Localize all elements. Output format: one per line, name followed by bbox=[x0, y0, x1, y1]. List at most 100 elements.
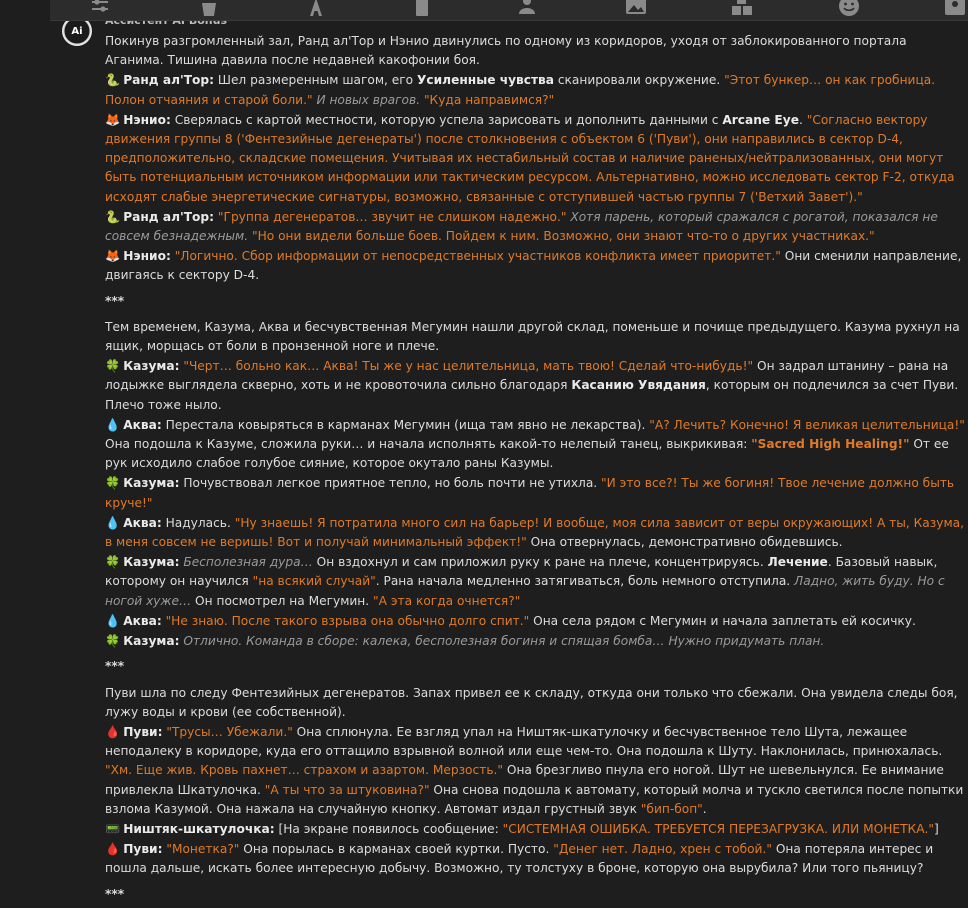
inner-thought: Отлично. Команда в сборе: калека, беспол… bbox=[179, 634, 825, 649]
narration-text: . Рана начала медленно затягиваться, бол… bbox=[375, 574, 795, 589]
quoted-speech: "Монетка?" bbox=[162, 842, 240, 857]
quoted-speech: "бип-боп" bbox=[640, 801, 703, 816]
dialogue-line: 🩸 Пуви: "Трусы… Убежали." Она сплюнула. Е… bbox=[105, 723, 967, 819]
quoted-speech-bold: "Sacred High Healing!" bbox=[751, 437, 910, 452]
dialogue-line: 🍀 Казума: "Черт… больно как… Аква! Ты же … bbox=[105, 357, 967, 415]
bucket-icon[interactable] bbox=[197, 0, 221, 18]
narration-text: Он посмотрел на Мегумин. bbox=[191, 593, 374, 608]
speaker-emoji-icon: 🍀 bbox=[105, 359, 121, 374]
dialogue-line: 🦊 Нэнио: Сверялась с картой местности, ко… bbox=[105, 111, 967, 207]
profile-icon[interactable] bbox=[943, 0, 967, 18]
speaker-name: Казума: bbox=[123, 555, 180, 570]
quoted-speech: "А? Лечить? Конечно! Я великая целительн… bbox=[649, 417, 965, 432]
speaker-name: Казума: bbox=[123, 359, 180, 374]
narration-paragraph: Покинув разгромленный зал, Ранд ал'Тор и… bbox=[105, 32, 967, 70]
narration-text: ] bbox=[934, 821, 939, 836]
dialogue-line: 🐍 Ранд ал'Тор: "Группа дегенератов… звучи… bbox=[105, 208, 967, 246]
quoted-speech: "Группа дегенератов… звучит не слишком н… bbox=[214, 209, 567, 224]
speaker-emoji-icon: 🦊 bbox=[105, 112, 121, 127]
dialogue-line: 🍀 Казума: Отлично. Команда в сборе: калек… bbox=[105, 632, 967, 651]
narration-text: [На экране появилось сообщение: bbox=[274, 821, 503, 836]
inner-thought: Бесполезная дура… bbox=[179, 555, 313, 570]
speaker-name: Казума: bbox=[123, 634, 180, 649]
blocks-icon[interactable] bbox=[730, 0, 754, 18]
speaker-emoji-icon: 💧 bbox=[105, 515, 121, 530]
speaker-name: Нэнио: bbox=[123, 112, 171, 127]
quoted-speech: "А ты что за штуковина?" bbox=[264, 782, 430, 797]
narration-text: Она отвернулась, демонстративно обидевши… bbox=[526, 535, 843, 550]
narration-text: Тем временем, Казума, Аква и бесчувствен… bbox=[105, 319, 960, 354]
narration-text: . bbox=[798, 112, 807, 127]
speaker-name: Аква: bbox=[123, 515, 162, 530]
dialogue-line: 💧 Аква: Надулась. "Ну знаешь! Я потратила… bbox=[105, 514, 967, 552]
quoted-speech: "Но они видели больше боев. Пойдем к ним… bbox=[248, 229, 875, 244]
quoted-speech: "Хм. Еще жив. Кровь пахнет… страхом и аз… bbox=[105, 763, 503, 778]
narration-text: Перестала ковыряться в карманах Мегумин … bbox=[161, 417, 650, 432]
bold-term: Касанию Увядания bbox=[571, 378, 706, 393]
narration-text: Пуви шла по следу Фентезийных дегенерато… bbox=[105, 685, 958, 719]
dialogue-line: 📟 Ништяк-шкатулочка: [На экране появилось… bbox=[105, 820, 967, 839]
speaker-emoji-icon: 🩸 bbox=[105, 842, 121, 857]
narration-text: Почувствовал легкое приятное тепло, но б… bbox=[179, 476, 602, 491]
quoted-speech: "Логично. Сбор информации от непосредств… bbox=[170, 249, 781, 264]
speaker-name: Аква: bbox=[123, 417, 162, 432]
speaker-emoji-icon: 💧 bbox=[105, 417, 121, 432]
dialogue-line: 🐍 Ранд ал'Тор: Шел размеренным шагом, его… bbox=[105, 71, 967, 109]
speaker-name: Пуви: bbox=[123, 842, 163, 857]
speaker-name: Аква: bbox=[123, 613, 162, 628]
bold-term: Arcane Eye bbox=[722, 112, 799, 127]
quoted-speech: "А эта когда очнется?" bbox=[373, 593, 521, 608]
narration-text: Она подошла к Казуме, сложила руки… и на… bbox=[105, 437, 752, 452]
quoted-speech: "Денег нет. Ладно, хрен с тобой." bbox=[553, 842, 772, 857]
speaker-name: Ранд ал'Тор: bbox=[123, 209, 215, 224]
speaker-name: Нэнио: bbox=[123, 249, 171, 264]
smile-icon[interactable] bbox=[837, 0, 861, 18]
dialogue-line: 💧 Аква: Перестала ковыряться в карманах М… bbox=[105, 416, 967, 474]
quoted-speech: "на всякий случай" bbox=[252, 574, 376, 589]
speaker-name: Ранд ал'Тор: bbox=[123, 73, 215, 88]
quoted-speech: "Куда направимся?" bbox=[420, 92, 555, 107]
speaker-emoji-icon: 📟 bbox=[105, 821, 121, 836]
narration-text: Он вздохнул и сам приложил руку к ране н… bbox=[312, 555, 768, 570]
image-icon[interactable] bbox=[624, 0, 648, 18]
dialogue-line: 🍀 Казума: Почувствовал легкое приятное те… bbox=[105, 474, 967, 512]
quoted-speech: "Черт… больно как… Аква! Ты же у нас цел… bbox=[179, 359, 754, 374]
speaker-emoji-icon: 🐍 bbox=[105, 209, 121, 224]
narration-paragraph: Пуви шла по следу Фентезийных дегенерато… bbox=[105, 684, 967, 722]
bold-term: Лечение bbox=[767, 555, 828, 570]
section-separator: *** bbox=[105, 659, 125, 674]
dialogue-line: 💧 Аква: "Не знаю. После такого взрыва она… bbox=[105, 612, 967, 631]
inner-thought: И новых врагов. bbox=[312, 92, 421, 107]
narration-text: Надулась. bbox=[161, 515, 235, 530]
narration-text: . bbox=[702, 801, 707, 816]
book-icon[interactable] bbox=[410, 0, 434, 18]
narration-text: Она порылась в карманах своей куртки. Пу… bbox=[239, 842, 554, 857]
speaker-emoji-icon: 💧 bbox=[105, 613, 121, 628]
section-separator: *** bbox=[105, 293, 125, 308]
quoted-speech: "Не знаю. После такого взрыва она обычно… bbox=[161, 613, 530, 628]
text-icon[interactable] bbox=[304, 0, 328, 18]
speaker-name: Пуви: bbox=[123, 724, 163, 739]
section-separator: *** bbox=[105, 886, 125, 901]
dialogue-line: 🍀 Казума: Бесполезная дура… Он вздохнул и… bbox=[105, 553, 967, 611]
dialogue-line: 🦊 Нэнио: "Логично. Сбор информации от неп… bbox=[105, 247, 967, 285]
user-gear-icon[interactable] bbox=[517, 0, 541, 18]
speaker-emoji-icon: 🩸 bbox=[105, 724, 121, 739]
speaker-emoji-icon: 🐍 bbox=[105, 73, 121, 88]
narration-text: Она села рядом с Мегумин и начала заплет… bbox=[529, 613, 916, 628]
narration-text: Покинув разгромленный зал, Ранд ал'Тор и… bbox=[105, 34, 907, 68]
quoted-speech: "СИСТЕМНАЯ ОШИБКА. ТРЕБУЕТСЯ ПЕРЕЗАГРУЗК… bbox=[502, 821, 935, 836]
speaker-emoji-icon: 🍀 bbox=[105, 476, 121, 491]
bold-term: Усиленные чувства bbox=[417, 73, 554, 88]
speaker-emoji-icon: 🍀 bbox=[105, 634, 121, 649]
chat-message-body: Покинув разгромленный зал, Ранд ал'Тор и… bbox=[105, 32, 967, 908]
narration-text: Сверялась с картой местности, которую ус… bbox=[170, 112, 723, 127]
sliders-icon[interactable] bbox=[88, 0, 112, 18]
editor-toolbar bbox=[50, 0, 968, 21]
speaker-name: Казума: bbox=[123, 476, 180, 491]
narration-text: Шел размеренным шагом, его bbox=[214, 73, 417, 88]
svg-text:Ai: Ai bbox=[71, 26, 82, 37]
narration-paragraph: Тем временем, Казума, Аква и бесчувствен… bbox=[105, 318, 967, 356]
speaker-emoji-icon: 🍀 bbox=[105, 555, 121, 570]
speaker-emoji-icon: 🦊 bbox=[105, 249, 121, 264]
